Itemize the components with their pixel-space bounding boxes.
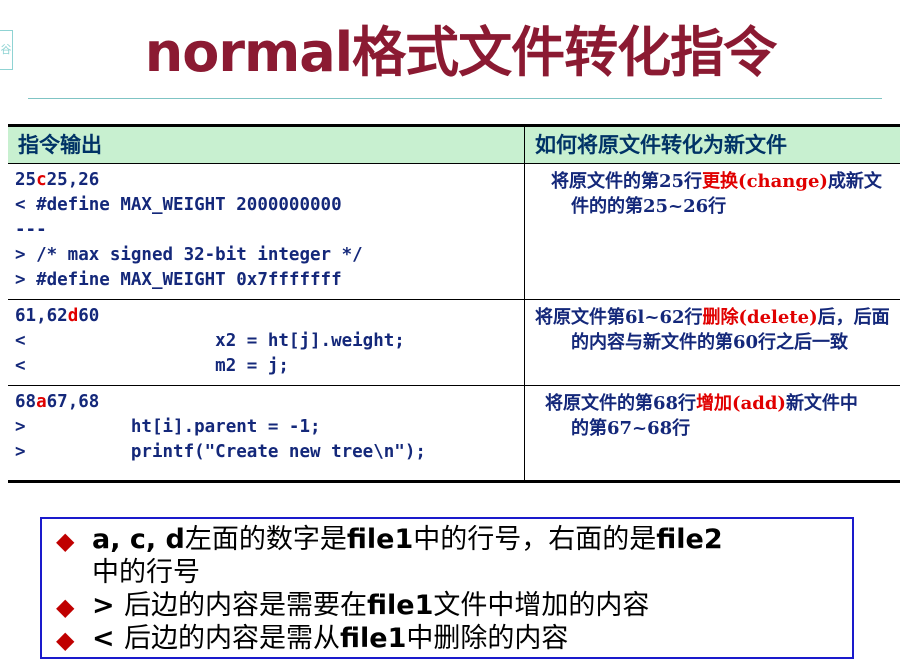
desc-text: 将原文件第6l~62行 (535, 307, 703, 328)
desc-text: 的第67~68行 (571, 418, 691, 439)
code-line: < x2 = ht[j].weight; (15, 331, 405, 351)
note-bold: > (92, 590, 125, 621)
title-divider (28, 98, 882, 99)
desc-text: 的内容与新文件的第60行之后一致 (571, 332, 849, 353)
note-bold: file1 (346, 524, 414, 555)
diff-command-change: c (36, 170, 47, 190)
diff-command-add: a (36, 392, 47, 412)
code-cell: 68a67,68 > ht[i].parent = -1; > printf("… (8, 386, 525, 482)
note-text: 后边的内容是需要在 (124, 590, 368, 621)
note-bold: file1 (367, 590, 434, 621)
note-item: ◆ < 后边的内容是需从file1中删除的内容 (56, 622, 852, 655)
line-range-right: 67,68 (46, 392, 100, 412)
desc-text: 将原文件的第68行 (545, 393, 697, 414)
desc-text: 后，后面 (817, 307, 890, 328)
note-text: 文件中增加的内容 (433, 590, 650, 621)
description-cell: 将原文件的第68行增加(add)新文件中 的第67~68行 (524, 385, 900, 482)
diamond-icon: ◆ (56, 626, 75, 654)
line-range-left: 25 (15, 170, 37, 190)
description-cell: 将原文件第6l~62行删除(delete)后，后面 的内容与新文件的第60行之后… (524, 299, 900, 386)
code-line: < m2 = j; (15, 356, 289, 376)
table-header-row: 指令输出 如何将原文件转化为新文件 (8, 125, 900, 164)
code-cell: 25c25,26 < #define MAX_WEIGHT 2000000000… (8, 163, 525, 300)
line-range-right: 60 (78, 306, 100, 326)
diff-command-delete: d (67, 306, 79, 326)
note-item: ◆ a, c, d左面的数字是file1中的行号，右面的是file2 中的行号 (56, 523, 852, 589)
line-range-left: 61,62 (15, 306, 68, 326)
table-row: 61,62d60 < x2 = ht[j].weight; < m2 = j; … (8, 299, 900, 386)
desc-text: 成新文 (827, 171, 882, 192)
desc-text: 新文件中 (785, 393, 858, 414)
code-line: > /* max signed 32-bit integer */ (15, 245, 363, 265)
desc-highlight: 更换(change) (702, 171, 828, 192)
code-cell: 61,62d60 < x2 = ht[j].weight; < m2 = j; (8, 299, 525, 386)
note-text: 中的行号 (92, 557, 200, 588)
line-range-right: 25,26 (46, 170, 100, 190)
note-text: 后边的内容是需从 (124, 623, 341, 654)
desc-highlight: 删除(delete) (702, 307, 818, 328)
diamond-icon: ◆ (56, 593, 75, 621)
diamond-icon: ◆ (56, 527, 75, 555)
table-row: 25c25,26 < #define MAX_WEIGHT 2000000000… (8, 163, 900, 300)
note-bold: a, c, d (92, 524, 185, 555)
note-item: ◆ > 后边的内容是需要在file1文件中增加的内容 (56, 589, 852, 622)
note-bold: file1 (340, 623, 407, 654)
desc-highlight: 增加(add) (696, 393, 786, 414)
header-how-to-convert: 如何将原文件转化为新文件 (524, 125, 900, 164)
desc-text: 件的的第25~26行 (571, 196, 727, 217)
code-line: --- (15, 220, 47, 240)
table-row: 68a67,68 > ht[i].parent = -1; > printf("… (8, 385, 900, 482)
description-cell: 将原文件的第25行更换(change)成新文 件的的第25~26行 (524, 163, 900, 300)
note-bold: file2 (656, 524, 723, 555)
note-bold: < (92, 623, 125, 654)
notes-box: ◆ a, c, d左面的数字是file1中的行号，右面的是file2 中的行号 ◆ … (40, 517, 854, 659)
code-line: > printf("Create new tree\n"); (15, 442, 426, 462)
diff-output-table: 指令输出 如何将原文件转化为新文件 25c25,26 < #define MAX… (8, 124, 900, 483)
header-command-output: 指令输出 (8, 125, 525, 164)
note-text: 中删除的内容 (406, 623, 569, 654)
code-line: < #define MAX_WEIGHT 2000000000 (15, 195, 342, 215)
line-range-left: 68 (15, 392, 37, 412)
desc-text: 将原文件的第25行 (551, 171, 703, 192)
note-text: 中的行号，右面的是 (413, 524, 657, 555)
note-text: 左面的数字是 (184, 524, 347, 555)
code-line: > ht[i].parent = -1; (15, 417, 321, 437)
slide-title: normal格式文件转化指令 (144, 21, 777, 84)
code-line: > #define MAX_WEIGHT 0x7fffffff (15, 270, 342, 290)
